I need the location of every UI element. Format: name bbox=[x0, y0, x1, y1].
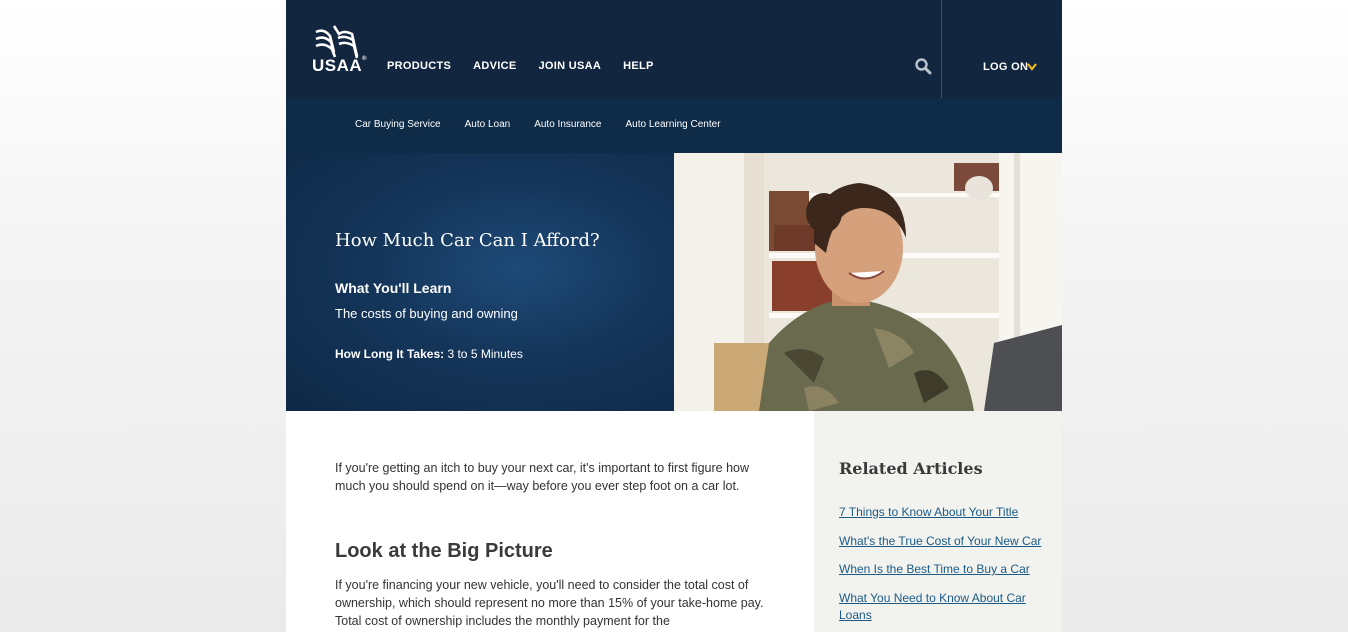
nav-advice[interactable]: ADVICE bbox=[473, 60, 516, 72]
chevron-down-icon[interactable] bbox=[1027, 62, 1037, 72]
subnav-auto-insurance[interactable]: Auto Insurance bbox=[534, 119, 601, 130]
nav-join-usaa[interactable]: JOIN USAA bbox=[539, 60, 602, 72]
registered-mark: ® bbox=[362, 56, 368, 62]
related-link[interactable]: What You Need to Know About Car Loans bbox=[839, 590, 1044, 625]
hero-panel: How Much Car Can I Afford? What You'll L… bbox=[286, 153, 674, 411]
subnav-auto-learning-center[interactable]: Auto Learning Center bbox=[625, 119, 720, 130]
sub-nav: Car Buying Service Auto Loan Auto Insura… bbox=[286, 98, 1062, 153]
nav-products[interactable]: PRODUCTS bbox=[387, 60, 451, 72]
related-link[interactable]: When Is the Best Time to Buy a Car bbox=[839, 561, 1044, 579]
time-value: 3 to 5 Minutes bbox=[447, 347, 523, 361]
subnav-auto-loan[interactable]: Auto Loan bbox=[465, 119, 511, 130]
main-nav: PRODUCTS ADVICE JOIN USAA HELP bbox=[387, 60, 676, 72]
learn-heading: What You'll Learn bbox=[335, 280, 452, 296]
article-content: If you're getting an itch to buy your ne… bbox=[286, 411, 814, 632]
brand-wordmark[interactable]: USAA® bbox=[312, 56, 367, 76]
learn-text: The costs of buying and owning bbox=[335, 306, 518, 321]
service-member-photo bbox=[674, 153, 1062, 411]
related-links: 7 Things to Know About Your Title What's… bbox=[839, 504, 1044, 632]
related-heading: Related Articles bbox=[839, 459, 983, 478]
top-header: USAA® PRODUCTS ADVICE JOIN USAA HELP LOG… bbox=[286, 0, 1062, 98]
section-text: If you're financing your new vehicle, yo… bbox=[335, 578, 764, 628]
brand-name: USAA bbox=[312, 56, 363, 75]
subnav-car-buying-service[interactable]: Car Buying Service bbox=[355, 119, 441, 130]
hero-photo bbox=[674, 153, 1062, 411]
related-link[interactable]: 7 Things to Know About Your Title bbox=[839, 504, 1044, 522]
section-heading: Look at the Big Picture bbox=[335, 540, 553, 562]
nav-help[interactable]: HELP bbox=[623, 60, 654, 72]
related-articles: Related Articles 7 Things to Know About … bbox=[814, 411, 1062, 632]
time-estimate: How Long It Takes: 3 to 5 Minutes bbox=[335, 347, 523, 361]
search-icon[interactable] bbox=[914, 57, 932, 75]
page: USAA® PRODUCTS ADVICE JOIN USAA HELP LOG… bbox=[286, 0, 1062, 632]
page-title: How Much Car Can I Afford? bbox=[335, 230, 600, 251]
article-intro: If you're getting an itch to buy your ne… bbox=[335, 461, 750, 493]
time-label: How Long It Takes: bbox=[335, 347, 445, 361]
log-on-button[interactable]: LOG ON bbox=[983, 61, 1028, 73]
header-divider bbox=[941, 0, 942, 98]
related-link[interactable]: What's the True Cost of Your New Car bbox=[839, 533, 1044, 551]
